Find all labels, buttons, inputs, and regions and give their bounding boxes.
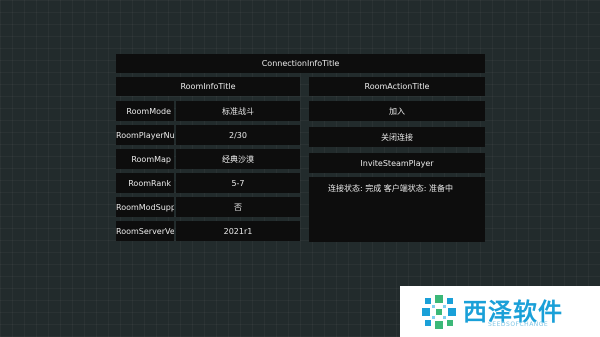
seeds-logo-icon <box>422 295 456 329</box>
room-mode-value: 标准战斗 <box>176 101 300 121</box>
room-server-version-label: RoomServerVersion <box>116 221 174 241</box>
watermark: 西泽软件 SEEDSOFCHANGE <box>400 286 600 337</box>
room-mode-label: RoomMode <box>116 101 174 121</box>
room-mod-support-label: RoomModSupport <box>116 197 174 217</box>
room-player-number-label: RoomPlayerNumber <box>116 125 174 145</box>
room-rank-value: 5-7 <box>176 173 300 193</box>
invite-steam-player-button[interactable]: InviteSteamPlayer <box>309 153 485 173</box>
connection-status-text: 连接状态: 完成 客户端状态: 准备中 <box>328 184 454 193</box>
room-server-version-value: 2021r1 <box>176 221 300 241</box>
join-button[interactable]: 加入 <box>309 101 485 121</box>
connection-status-panel: 连接状态: 完成 客户端状态: 准备中 <box>309 177 485 242</box>
room-player-number-value: 2/30 <box>176 125 300 145</box>
room-info-title: RoomInfoTitle <box>116 77 300 96</box>
room-action-title: RoomActionTitle <box>309 77 485 96</box>
room-mod-support-value: 否 <box>176 197 300 217</box>
connection-info-title: ConnectionInfoTitle <box>116 54 485 73</box>
watermark-subtitle: SEEDSOFCHANGE <box>488 321 549 328</box>
room-map-value: 经典沙漠 <box>176 149 300 169</box>
close-connection-button[interactable]: 关闭连接 <box>309 127 485 147</box>
room-rank-label: RoomRank <box>116 173 174 193</box>
room-map-label: RoomMap <box>116 149 174 169</box>
